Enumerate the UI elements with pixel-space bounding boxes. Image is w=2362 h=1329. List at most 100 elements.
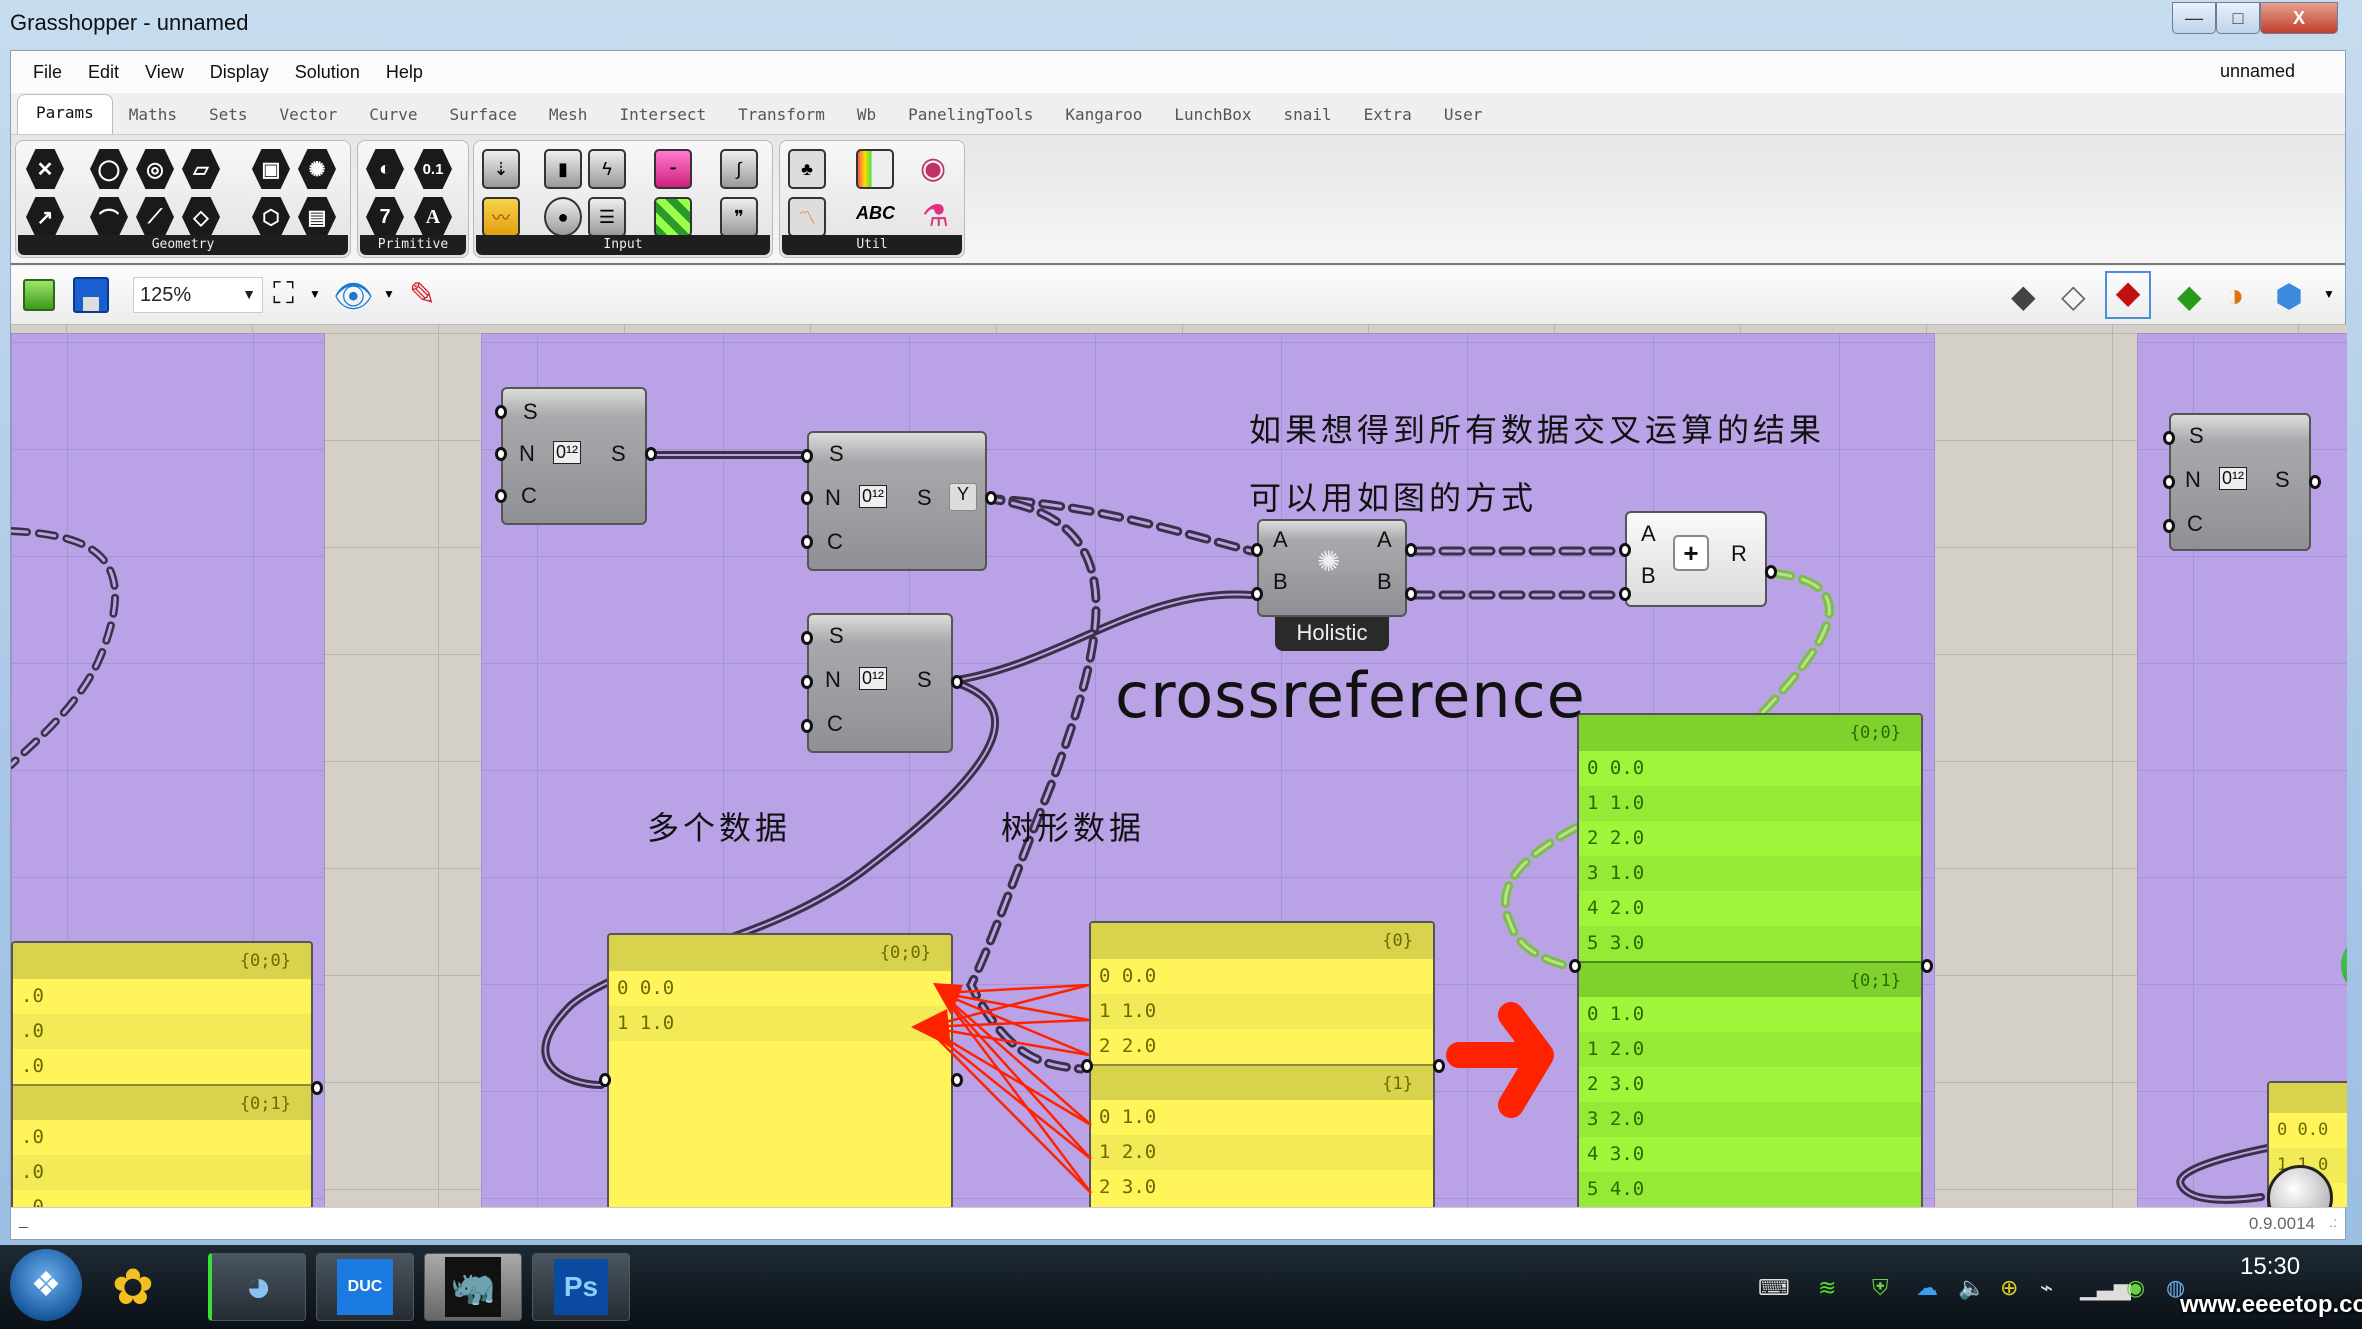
wifi-icon[interactable]: ≋ — [1818, 1275, 1836, 1301]
open-file-icon[interactable] — [23, 279, 55, 311]
clock[interactable]: 15:30 — [2240, 1253, 2300, 1281]
menu-solution[interactable]: Solution — [295, 62, 360, 83]
preview-shaded-icon[interactable]: ◆ — [2105, 271, 2151, 319]
taskbar-rhino[interactable]: 🦏 — [424, 1253, 522, 1321]
keyboard-icon[interactable]: ⌨ — [1758, 1275, 1790, 1301]
tab-snail[interactable]: snail — [1267, 105, 1347, 134]
tab-panelingtools[interactable]: PanelingTools — [892, 105, 1049, 134]
menu-view[interactable]: View — [145, 62, 184, 83]
close-icon: X — [2292, 7, 2305, 28]
nvidia-icon[interactable]: ◉ — [2126, 1275, 2145, 1301]
save-icon[interactable] — [73, 277, 109, 313]
tab-intersect[interactable]: Intersect — [603, 105, 722, 134]
preview-wire-icon[interactable]: ◆ — [2011, 277, 2036, 315]
panel-input: ⇣ 〰 ▮ ● ϟ ☰ ⁃ ∫ ❞ Input — [473, 140, 773, 258]
power-icon[interactable]: ⌁ — [2040, 1275, 2053, 1301]
menu-display[interactable]: Display — [210, 62, 269, 83]
menu-edit[interactable]: Edit — [88, 62, 119, 83]
box-param-icon[interactable]: ▣ — [252, 149, 290, 189]
surface-param-icon[interactable]: ▱ — [182, 149, 220, 189]
zoom-level-select[interactable]: 125% ▼ — [133, 277, 263, 313]
tab-sets[interactable]: Sets — [193, 105, 264, 134]
point-param-icon[interactable]: ✕ — [26, 149, 64, 189]
tab-transform[interactable]: Transform — [722, 105, 841, 134]
tab-wb[interactable]: Wb — [841, 105, 892, 134]
geometry-param-icon[interactable]: ▤ — [298, 197, 336, 237]
panel-reader-icon[interactable]: ❞ — [720, 197, 758, 237]
menu-file[interactable]: File — [33, 62, 62, 83]
material-icon[interactable]: ◑ — [2225, 277, 2244, 314]
selected-only-icon[interactable]: ◆ — [2177, 277, 2202, 315]
mesh-param-icon[interactable]: ✺ — [298, 149, 336, 189]
volume-icon[interactable]: 🔈 — [1958, 1275, 1985, 1301]
toggle-icon[interactable]: ▮ — [544, 149, 582, 189]
plus-icon[interactable]: ⊕ — [2000, 1275, 2018, 1301]
brep-param-icon[interactable]: ⬡ — [252, 197, 290, 237]
tab-surface[interactable]: Surface — [433, 105, 532, 134]
resize-grip-icon[interactable]: .: — [2329, 1214, 2337, 1230]
tab-user[interactable]: User — [1428, 105, 1499, 134]
minimize-button[interactable]: — — [2172, 2, 2216, 34]
curve-param-icon[interactable]: ◎ — [136, 149, 174, 189]
dial-icon[interactable]: ● — [544, 197, 582, 237]
swatch-icon[interactable] — [654, 197, 692, 237]
grasshopper-canvas[interactable]: S N C 0¹² S S N C 0¹² S Y S N C 0¹² S A … — [11, 325, 2347, 1207]
rhino-icon: 🦏 — [445, 1257, 501, 1317]
close-button[interactable]: X — [2260, 2, 2338, 34]
tab-curve[interactable]: Curve — [353, 105, 433, 134]
panel-label-input[interactable]: Input — [476, 235, 770, 255]
arc-param-icon[interactable]: ⌒ — [90, 197, 128, 237]
circle-param-icon[interactable]: ◯ — [90, 149, 128, 189]
sketch-icon[interactable]: 〰 — [482, 197, 520, 237]
graph-mapper-icon[interactable]: ∫ — [720, 149, 758, 189]
chevron-down-icon[interactable]: ▼ — [383, 287, 395, 301]
flask-icon[interactable]: ⚗ — [922, 199, 949, 234]
panel-label-geometry[interactable]: Geometry — [18, 235, 348, 255]
taskbar-media-player[interactable]: ◕ — [208, 1253, 306, 1321]
scribble-icon[interactable]: ABC — [856, 203, 895, 224]
text-param-icon[interactable]: A — [414, 197, 452, 237]
vector-param-icon[interactable]: ↗ — [26, 197, 64, 237]
legend-icon[interactable] — [856, 149, 894, 189]
start-button[interactable]: ❖ — [10, 1249, 82, 1321]
tab-lunchbox[interactable]: LunchBox — [1158, 105, 1267, 134]
tab-mesh[interactable]: Mesh — [533, 105, 604, 134]
tab-params[interactable]: Params — [17, 94, 113, 134]
plane-param-icon[interactable]: ◇ — [182, 197, 220, 237]
app-launcher-icon[interactable]: ✿ — [112, 1255, 176, 1319]
tab-kangaroo[interactable]: Kangaroo — [1049, 105, 1158, 134]
tab-extra[interactable]: Extra — [1348, 105, 1428, 134]
tab-maths[interactable]: Maths — [113, 105, 193, 134]
mesh-quality-icon[interactable]: ⬢ — [2275, 277, 2303, 315]
line-param-icon[interactable]: ⟋ — [136, 197, 174, 237]
maximize-button[interactable]: □ — [2216, 2, 2260, 34]
shield-icon[interactable]: ⛨ — [1872, 1275, 1889, 1301]
preview-icon[interactable]: ◉ — [920, 151, 946, 186]
taskbar-photoshop[interactable]: Ps — [532, 1253, 630, 1321]
panel-label-util[interactable]: Util — [782, 235, 962, 255]
tab-vector[interactable]: Vector — [264, 105, 354, 134]
zoom-extents-icon[interactable]: ⛶ — [273, 279, 294, 309]
version-label: 0.9.0014 — [2248, 1214, 2315, 1233]
preview-shaded-off-icon[interactable]: ◇ — [2061, 277, 2086, 315]
boolean-param-icon[interactable]: ◐ — [366, 149, 404, 189]
slider-icon[interactable]: ϟ — [588, 149, 626, 189]
zoom-level-value: 125% — [140, 284, 192, 306]
sketch-pen-icon[interactable]: ✎ — [409, 275, 436, 313]
number-param-icon[interactable]: 0.1 — [414, 149, 452, 189]
cloud-icon[interactable]: ☁ — [1916, 1275, 1938, 1301]
value-list-icon[interactable]: ☰ — [588, 197, 626, 237]
import-icon[interactable]: ⇣ — [482, 149, 520, 189]
eye-icon[interactable]: 👁 — [333, 277, 374, 315]
param-viewer-icon[interactable]: ♣ — [788, 149, 826, 189]
chevron-down-icon[interactable]: ▼ — [309, 287, 321, 301]
taskbar-cloud-drive[interactable]: DUC — [316, 1253, 414, 1321]
quick-graph-icon[interactable]: 〽 — [788, 197, 826, 237]
title-bar: Grasshopper - unnamed — □ X — [0, 0, 2362, 50]
signal-icon[interactable]: ▁▃▅ — [2080, 1275, 2131, 1301]
chevron-down-icon[interactable]: ▼ — [2323, 287, 2335, 301]
big-red-arrow — [1446, 1002, 1554, 1118]
menu-help[interactable]: Help — [386, 62, 423, 83]
integer-param-icon[interactable]: 7 — [366, 197, 404, 237]
gradient-icon[interactable]: ⁃ — [654, 149, 692, 189]
